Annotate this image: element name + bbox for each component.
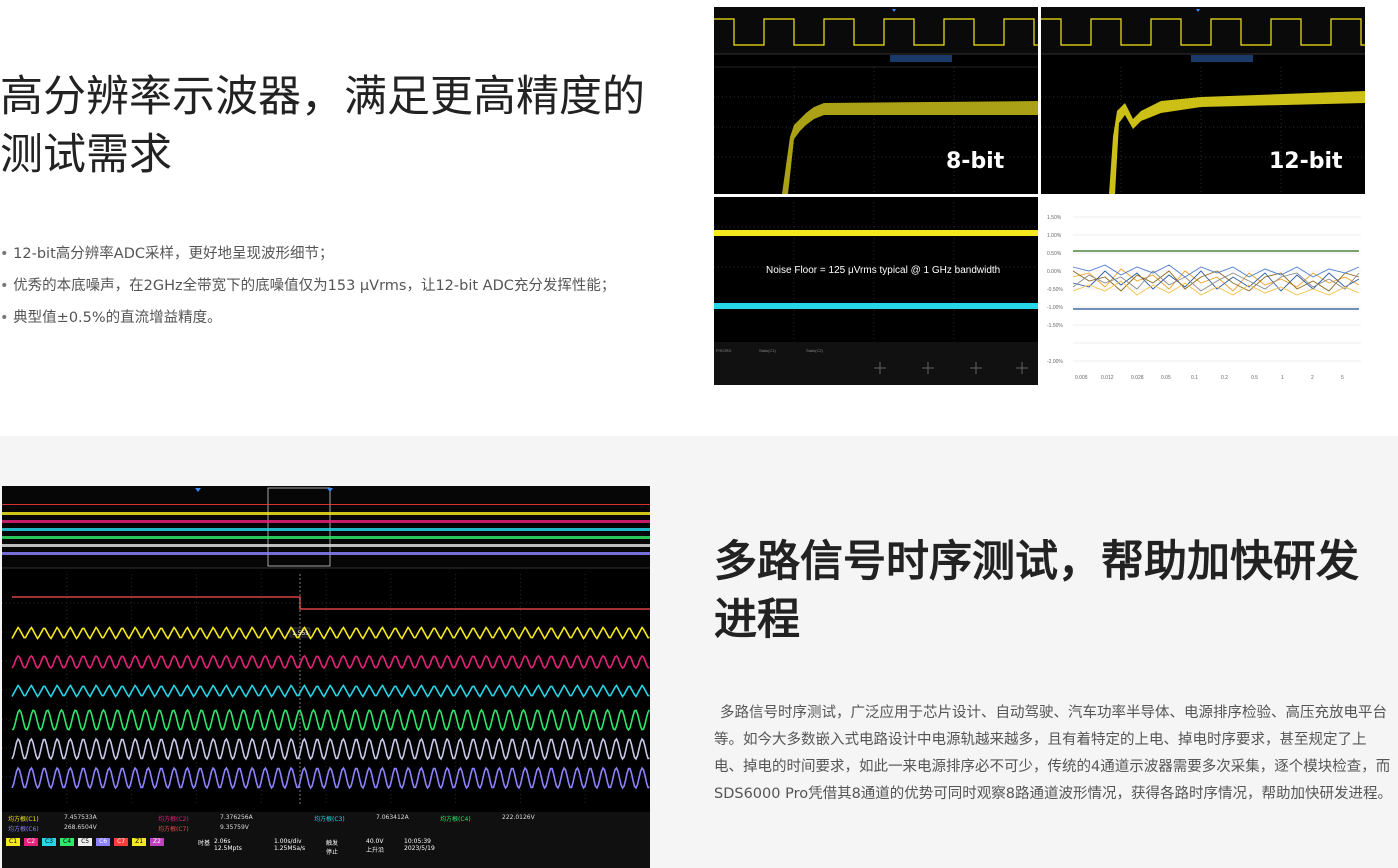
overview-trace xyxy=(2,512,650,515)
clock-date: 2023/5/19 xyxy=(404,845,435,852)
trigger-level: 40.0V xyxy=(366,838,384,845)
overview-trace xyxy=(2,520,650,523)
timebase-delay: 2.06s xyxy=(214,838,231,845)
channel-waveform xyxy=(11,654,650,670)
channel-tag-c1[interactable]: C1 xyxy=(6,838,21,846)
feature-item: 典型值±0.5%的直流增益精度。 xyxy=(0,302,700,334)
label-12bit: 12-bit xyxy=(1269,149,1343,174)
svg-text:1.00%: 1.00% xyxy=(1047,233,1062,239)
section-title-multi-channel: 多路信号时序测试，帮助加快研发进程 xyxy=(714,537,1359,645)
channel-waveform xyxy=(11,684,650,698)
trigger-slope: 上升沿 xyxy=(366,847,385,854)
svg-text:-2.00%: -2.00% xyxy=(1047,359,1063,365)
channel-waveform xyxy=(11,737,650,761)
svg-text:1.50%: 1.50% xyxy=(1047,215,1062,221)
svg-text:Stats(C1): Stats(C1) xyxy=(759,348,777,353)
gain-error-chart-image: 1.50% 1.00% 0.50% 0.00% -0.50% -1.00% -1.50%… xyxy=(1041,197,1365,385)
measure-label: 均方根(C3) xyxy=(314,816,345,823)
timebase-label: 时基 xyxy=(197,840,210,847)
trigger-block-2: 40.0V 上升沿 xyxy=(366,838,400,866)
measure-label: 均方根(C2) xyxy=(158,816,189,823)
channel-waveform xyxy=(11,626,650,640)
measure-label: 均方根(C1) xyxy=(8,816,39,823)
svg-text:1: 1 xyxy=(1281,375,1284,381)
svg-text:0.005: 0.005 xyxy=(1075,375,1088,381)
measure-label: 均方根(C7) xyxy=(158,826,189,833)
svg-text:-0.50%: -0.50% xyxy=(1047,287,1063,293)
svg-text:0.028: 0.028 xyxy=(1131,375,1144,381)
gain-error-plot: 1.50% 1.00% 0.50% 0.00% -0.50% -1.00% -1.50%… xyxy=(1047,215,1361,381)
feature-item: 12-bit高分辨率ADC采样，更好地呈现波形细节； xyxy=(0,238,700,270)
timebase-values: 2.06s 12.5Mpts xyxy=(214,838,270,866)
timebase-points: 12.5Mpts xyxy=(214,845,242,852)
measure-value: 7.063412A xyxy=(376,814,409,821)
svg-text:0.2: 0.2 xyxy=(1221,375,1228,381)
overview-trace xyxy=(2,544,650,547)
channel-tag-c3[interactable]: C3 xyxy=(42,838,57,846)
svg-text:2: 2 xyxy=(1311,375,1314,381)
svg-text:-1.00%: -1.00% xyxy=(1047,305,1063,311)
channel-tag-c4[interactable]: C4 xyxy=(60,838,75,846)
channel-tag-c6[interactable]: C6 xyxy=(96,838,111,846)
measure-label: 均方根(C6) xyxy=(8,826,39,833)
feature-item: 优秀的本底噪声，在2GHz全带宽下的底噪值仅为153 μVrms，让12-bit… xyxy=(0,270,700,302)
overview-trace xyxy=(2,504,650,505)
channel-waveform xyxy=(11,766,650,790)
svg-text:0.012: 0.012 xyxy=(1101,375,1114,381)
svg-text:0.50%: 0.50% xyxy=(1047,251,1062,257)
feature-list: 12-bit高分辨率ADC采样，更好地呈现波形细节； 优秀的本底噪声，在2GHz… xyxy=(0,238,700,334)
measurement-row-1: 均方根(C1) 7.457533A 均方根(C2) 7.376256A 均方根(… xyxy=(2,814,650,823)
waveform-8channel xyxy=(2,486,650,868)
timebase-scale: 1.00s/div xyxy=(274,838,302,845)
measure-value: 268.6504V xyxy=(64,824,97,831)
trigger-label: 触发 xyxy=(326,840,339,847)
clock-block: 10:05:39 2023/5/19 xyxy=(404,838,440,866)
label-8bit: 8-bit xyxy=(946,149,1005,174)
scope-image-8channel: 1.55s 均方根(C1) 7.457533A 均方根(C2) 7.376256… xyxy=(2,486,650,868)
overview-trace xyxy=(2,536,650,539)
cursor-delta-label: 1.55s xyxy=(292,630,309,637)
scope-image-noise-floor: P/SORD Stats(C1) Stats(C2) Noise Floor = 1… xyxy=(714,197,1038,385)
svg-text:0.00%: 0.00% xyxy=(1047,269,1062,275)
svg-text:-1.50%: -1.50% xyxy=(1047,323,1063,329)
section-high-resolution: 高分辨率示波器，满足更高精度的测试需求 12-bit高分辨率ADC采样，更好地呈… xyxy=(0,0,1398,436)
svg-text:0.05: 0.05 xyxy=(1161,375,1171,381)
timebase-rate: 1.25MSa/s xyxy=(274,845,306,852)
channel-bar: C1 C2 C3 C4 C5 C6 C7 Z1 Z2 时基 2.06s 12.5… xyxy=(6,838,646,866)
overview-trace xyxy=(2,528,650,531)
svg-text:0.1: 0.1 xyxy=(1191,375,1198,381)
svg-text:P/SORD: P/SORD xyxy=(716,348,731,353)
section-paragraph: 多路信号时序测试，广泛应用于芯片设计、自动驾驶、汽车功率半导体、电源排序检验、高… xyxy=(714,705,1393,802)
timebase-values-2: 1.00s/div 1.25MSa/s xyxy=(274,838,322,866)
channel-tag-c7[interactable]: C7 xyxy=(114,838,129,846)
section-multi-channel: 1.55s 均方根(C1) 7.457533A 均方根(C2) 7.376256… xyxy=(0,436,1398,868)
noise-floor-label: Noise Floor = 125 μVrms typical @ 1 GHz … xyxy=(766,265,1001,276)
overview-trace xyxy=(2,552,650,555)
measure-value: 7.457533A xyxy=(64,814,97,821)
svg-text:5: 5 xyxy=(1341,375,1344,381)
scope-image-8bit: 8-bit xyxy=(714,7,1038,194)
trigger-state: 停止 xyxy=(326,849,339,856)
scope-image-12bit: 12-bit xyxy=(1041,7,1365,194)
section-title-high-resolution: 高分辨率示波器，满足更高精度的测试需求 xyxy=(0,72,645,180)
waveform-noise: P/SORD Stats(C1) Stats(C2) xyxy=(714,202,1038,385)
svg-text:Stats(C2): Stats(C2) xyxy=(806,348,824,353)
measure-value: 9.35759V xyxy=(220,824,249,831)
channel-waveform xyxy=(11,708,650,732)
measure-label: 均方根(C4) xyxy=(440,816,471,823)
measurement-row-2: 均方根(C6) 268.6504V 均方根(C7) 9.35759V xyxy=(2,824,650,833)
channel-tag-z1[interactable]: Z1 xyxy=(132,838,147,846)
measure-value: 7.376256A xyxy=(220,814,253,821)
svg-text:0.5: 0.5 xyxy=(1251,375,1258,381)
trigger-block: 触发 停止 xyxy=(326,838,362,866)
clock-time: 10:05:39 xyxy=(404,838,431,845)
channel-tag-z2[interactable]: Z2 xyxy=(150,838,164,846)
channel-tag-c2[interactable]: C2 xyxy=(24,838,39,846)
measure-value: 222.0126V xyxy=(502,814,535,821)
channel-tag-c5[interactable]: C5 xyxy=(78,838,93,846)
